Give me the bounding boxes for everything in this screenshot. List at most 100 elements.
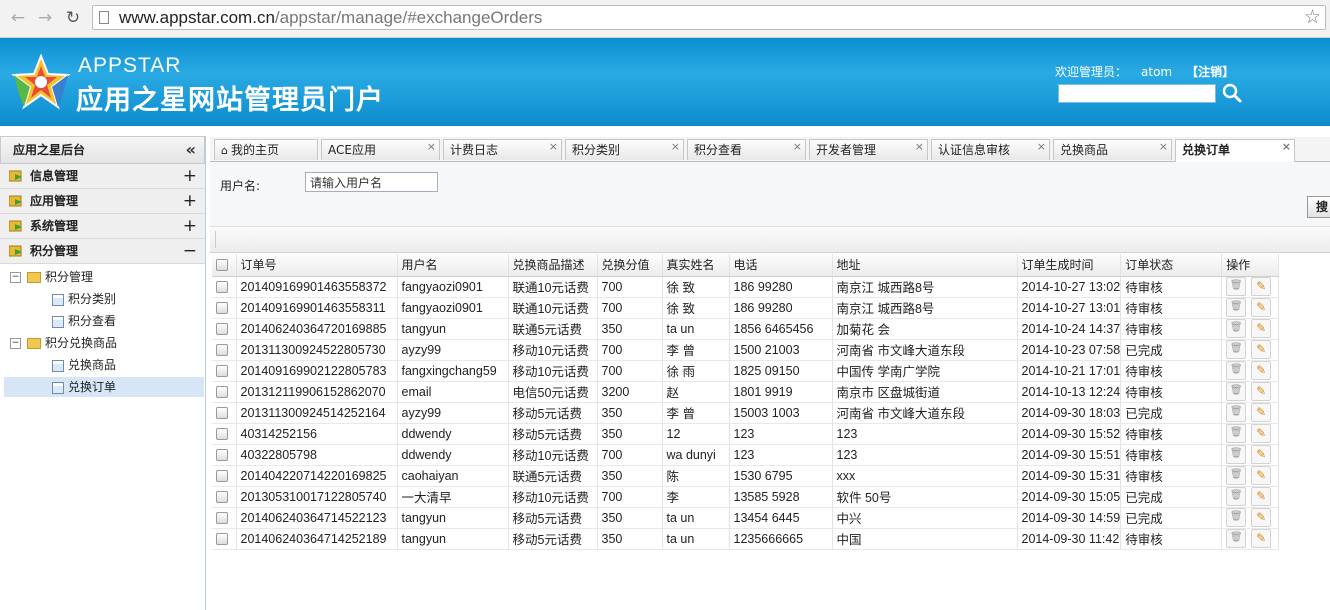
- column-header[interactable]: 订单状态: [1120, 254, 1223, 277]
- pencil-icon[interactable]: ✎: [1251, 445, 1272, 464]
- tab-points-view[interactable]: 积分查看 ×: [687, 139, 806, 160]
- trash-icon[interactable]: 🗑: [1226, 403, 1247, 422]
- trash-icon[interactable]: 🗑: [1226, 382, 1247, 401]
- trash-icon[interactable]: 🗑: [1226, 298, 1247, 317]
- row-checkbox[interactable]: [212, 339, 237, 361]
- close-icon[interactable]: ×: [793, 136, 802, 157]
- sidebar-section-points[interactable]: 积分管理 −: [0, 239, 205, 264]
- tree-item-exchange-goods[interactable]: 兑换商品: [52, 355, 116, 375]
- forward-arrow-icon[interactable]: →: [35, 8, 55, 28]
- select-all-checkbox[interactable]: [212, 254, 237, 277]
- row-checkbox[interactable]: [212, 360, 237, 382]
- row-checkbox[interactable]: [212, 318, 237, 340]
- tree-group-exchange[interactable]: − 积分兑换商品: [10, 333, 117, 353]
- row-checkbox[interactable]: [212, 276, 237, 298]
- trash-icon[interactable]: 🗑: [1226, 361, 1247, 380]
- tab-developer-management[interactable]: 开发者管理 ×: [809, 139, 928, 160]
- pencil-icon[interactable]: ✎: [1251, 424, 1272, 443]
- trash-icon[interactable]: 🗑: [1226, 445, 1247, 464]
- row-checkbox[interactable]: [212, 423, 237, 445]
- tree-group-points[interactable]: − 积分管理: [10, 267, 93, 287]
- column-header[interactable]: 兑换商品描述: [508, 254, 598, 277]
- column-header[interactable]: 订单生成时间: [1017, 254, 1122, 277]
- pencil-icon[interactable]: ✎: [1251, 403, 1272, 422]
- close-icon[interactable]: ×: [1037, 136, 1046, 157]
- tab-ace-apps[interactable]: ACE应用 ×: [321, 139, 440, 160]
- row-checkbox[interactable]: [212, 507, 237, 529]
- sidebar-section-system[interactable]: 系统管理 +: [0, 214, 205, 239]
- close-icon[interactable]: ×: [671, 136, 680, 157]
- tab-home[interactable]: ⌂ 我的主页: [214, 139, 318, 160]
- close-icon[interactable]: ×: [1282, 136, 1291, 157]
- tree-item-points-category[interactable]: 积分类别: [52, 289, 116, 309]
- pencil-icon[interactable]: ✎: [1251, 382, 1272, 401]
- search-icon[interactable]: [1221, 82, 1243, 104]
- row-checkbox[interactable]: [212, 528, 237, 550]
- column-header[interactable]: 兑换分值: [597, 254, 663, 277]
- expand-icon[interactable]: +: [183, 164, 197, 188]
- table-row[interactable]: 201409169902122805783 fangxingchang59 移动10…: [212, 360, 1280, 382]
- table-row[interactable]: 201404220714220169825 caohaiyan 联通5元话费 350 陈…: [212, 465, 1280, 487]
- collapse-icon[interactable]: −: [183, 239, 197, 263]
- close-icon[interactable]: ×: [427, 136, 436, 157]
- row-checkbox[interactable]: [212, 402, 237, 424]
- close-icon[interactable]: ×: [549, 136, 558, 157]
- row-checkbox[interactable]: [212, 465, 237, 487]
- pencil-icon[interactable]: ✎: [1251, 298, 1272, 317]
- row-checkbox[interactable]: [212, 486, 237, 508]
- column-header[interactable]: 电话: [729, 254, 833, 277]
- pencil-icon[interactable]: ✎: [1251, 466, 1272, 485]
- column-header[interactable]: 用户名: [397, 254, 509, 277]
- table-row[interactable]: 201409169901463558372 fangyaozi0901 联通10元话…: [212, 276, 1280, 298]
- tab-exchange-orders[interactable]: 兑换订单 ×: [1175, 139, 1295, 162]
- tab-certification-review[interactable]: 认证信息审核 ×: [931, 139, 1050, 160]
- tab-exchange-goods[interactable]: 兑换商品 ×: [1053, 139, 1172, 160]
- trash-icon[interactable]: 🗑: [1226, 466, 1247, 485]
- table-row[interactable]: 40322805798 ddwendy 移动10元话费 700 wa dunyi 123 1…: [212, 444, 1280, 466]
- row-checkbox[interactable]: [212, 381, 237, 403]
- collapse-sidebar-icon[interactable]: «: [186, 137, 196, 163]
- expand-icon[interactable]: +: [183, 214, 197, 238]
- back-arrow-icon[interactable]: ←: [8, 8, 28, 28]
- close-icon[interactable]: ×: [1159, 136, 1168, 157]
- pencil-icon[interactable]: ✎: [1251, 361, 1272, 380]
- tab-billing-log[interactable]: 计费日志 ×: [443, 139, 562, 160]
- pencil-icon[interactable]: ✎: [1251, 508, 1272, 527]
- pencil-icon[interactable]: ✎: [1251, 277, 1272, 296]
- trash-icon[interactable]: 🗑: [1226, 529, 1247, 548]
- trash-icon[interactable]: 🗑: [1226, 319, 1247, 338]
- logout-link[interactable]: 【注销】: [1186, 65, 1234, 79]
- pencil-icon[interactable]: ✎: [1251, 529, 1272, 548]
- trash-icon[interactable]: 🗑: [1226, 508, 1247, 527]
- table-row[interactable]: 201311300924522805730 ayzy99 移动10元话费 700 李 曾…: [212, 339, 1280, 361]
- row-checkbox[interactable]: [212, 444, 237, 466]
- tree-item-exchange-orders[interactable]: 兑换订单: [4, 377, 204, 397]
- tab-points-category[interactable]: 积分类别 ×: [565, 139, 684, 160]
- column-header[interactable]: 真实姓名: [662, 254, 730, 277]
- address-bar[interactable]: www.appstar.com.cn/appstar/manage/#excha…: [92, 5, 1326, 30]
- pencil-icon[interactable]: ✎: [1251, 340, 1272, 359]
- header-search-input[interactable]: [1058, 84, 1216, 103]
- expand-icon[interactable]: +: [183, 189, 197, 213]
- pencil-icon[interactable]: ✎: [1251, 487, 1272, 506]
- sidebar-section-app[interactable]: 应用管理 +: [0, 189, 205, 214]
- search-button[interactable]: 搜: [1307, 196, 1330, 218]
- trash-icon[interactable]: 🗑: [1226, 277, 1247, 296]
- tree-collapse-icon[interactable]: −: [10, 338, 21, 349]
- table-row[interactable]: 201406240364714522123 tangyun 移动5元话费 350 ta …: [212, 507, 1280, 529]
- sidebar-section-info[interactable]: 信息管理 +: [0, 164, 205, 189]
- reload-icon[interactable]: ↻: [63, 8, 83, 28]
- table-row[interactable]: 201311300924514252164 ayzy99 移动5元话费 350 李 曾1…: [212, 402, 1280, 424]
- column-header[interactable]: 订单号: [236, 254, 398, 277]
- table-row[interactable]: 201406240364720169885 tangyun 联通5元话费 350 ta …: [212, 318, 1280, 340]
- column-header[interactable]: 地址: [832, 254, 1018, 277]
- table-row[interactable]: 201406240364714252189 tangyun 移动5元话费 350 ta …: [212, 528, 1280, 550]
- tree-item-points-view[interactable]: 积分查看: [52, 311, 116, 331]
- pencil-icon[interactable]: ✎: [1251, 319, 1272, 338]
- table-row[interactable]: 201312119906152862070 email 电信50元话费 3200 赵 18…: [212, 381, 1280, 403]
- trash-icon[interactable]: 🗑: [1226, 487, 1247, 506]
- trash-icon[interactable]: 🗑: [1226, 424, 1247, 443]
- tree-collapse-icon[interactable]: −: [10, 272, 21, 283]
- table-row[interactable]: 40314252156 ddwendy 移动5元话费 350 12 123 123 2014-…: [212, 423, 1280, 445]
- close-icon[interactable]: ×: [915, 136, 924, 157]
